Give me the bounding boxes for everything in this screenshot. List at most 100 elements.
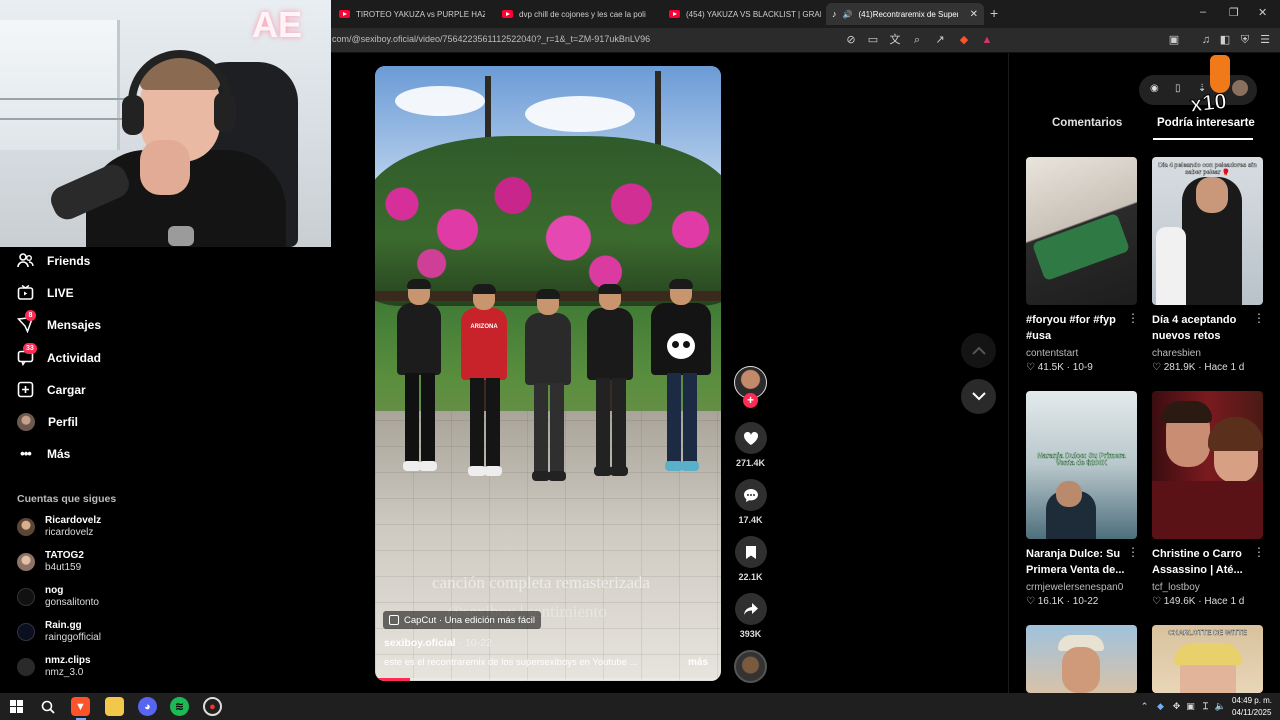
windows-start-icon[interactable] (7, 697, 26, 716)
compass-icon[interactable]: ◉ (1150, 83, 1159, 94)
sidebar-item-mas[interactable]: ••• Más (17, 445, 70, 462)
volume-icon[interactable]: 🔈 (1211, 697, 1230, 716)
save-action[interactable]: 22.1K (733, 536, 768, 582)
browser-tab-2[interactable]: dvp chill de cojones y les cae la poli (496, 3, 654, 25)
card-stats: ♡ 149.6K · Hace 1 d (1152, 596, 1245, 607)
card-author: crmjewelersenespan0 (1026, 582, 1124, 593)
sidebar-item-actividad[interactable]: 33 Actividad (17, 343, 102, 366)
card-title: Christine o Carro Assassino | Até... (1152, 548, 1243, 576)
video-thumbnail[interactable]: Día 4 peleando con peleadores sin saber … (1152, 157, 1263, 305)
heart-icon[interactable] (734, 422, 767, 454)
panda-print (667, 333, 695, 359)
restore-icon[interactable]: ❐ (1229, 6, 1239, 19)
following-account[interactable]: nmz.clips nmz_3.0 (17, 655, 91, 679)
browser-tab-3[interactable]: (454) YAKUZA VS BLACKLIST | GRAFI (663, 3, 821, 25)
suggested-video-card[interactable]: Día 4 peleando con peleadores sin saber … (1152, 157, 1265, 373)
file-explorer-icon[interactable] (105, 697, 124, 716)
heart-outline-icon: ♡ (1152, 596, 1161, 607)
share-arrow-icon[interactable] (734, 593, 767, 625)
taskbar-time[interactable]: 04:49 p. m. (1232, 696, 1272, 705)
suggested-video-card[interactable] (1026, 625, 1137, 693)
split-view-icon[interactable]: ◧ (1218, 33, 1232, 47)
comment-icon[interactable] (734, 479, 767, 511)
video-thumbnail[interactable] (1026, 157, 1137, 305)
translate-icon[interactable]: 文 (888, 33, 902, 47)
sidebar-item-friends[interactable]: Friends (17, 252, 90, 269)
following-account[interactable]: TATOG2 b4ut159 (17, 550, 84, 574)
video-progress-bar[interactable] (375, 678, 721, 681)
wristwatch (168, 226, 194, 246)
minimize-icon[interactable]: – (1200, 6, 1206, 18)
close-window-icon[interactable]: ✕ (1258, 6, 1267, 19)
tab-podria-interesarte[interactable]: Podría interesarte (1157, 117, 1255, 129)
following-account[interactable]: Rain.gg rainggofficial (17, 620, 101, 644)
phone-icon[interactable]: ▯ (1175, 83, 1181, 94)
new-tab-button[interactable]: + (990, 5, 998, 21)
more-description-button[interactable]: más (688, 657, 708, 668)
more-options-icon[interactable]: ⋮ (1253, 545, 1265, 559)
suggested-video-card[interactable]: Christine o Carro Assassino | Até... ⋮ t… (1152, 391, 1265, 607)
cloud (395, 86, 485, 116)
more-options-icon[interactable]: ⋮ (1127, 545, 1139, 559)
share-icon[interactable]: ↗ (933, 33, 947, 47)
vpn-icon[interactable]: ⛨ (1238, 33, 1252, 47)
sidebar-item-mensajes[interactable]: 8 Mensajes (17, 310, 101, 333)
obs-icon[interactable]: ● (203, 697, 222, 716)
user-avatar[interactable] (1232, 80, 1248, 96)
spotify-icon[interactable]: ≋ (170, 697, 189, 716)
avatar (17, 553, 35, 571)
more-options-icon[interactable]: ⋮ (1127, 311, 1139, 325)
video-player[interactable]: ARIZONA canción completa remasterizada @… (375, 66, 721, 681)
sidebar-item-label: Actividad (47, 350, 102, 365)
video-thumbnail[interactable]: CHARLOTTE DE WITTE (1152, 625, 1263, 693)
sidebar-item-cargar[interactable]: Cargar (17, 381, 86, 398)
share-action[interactable]: 393K (733, 593, 768, 639)
bookmark-icon[interactable] (734, 536, 767, 568)
brave-shield-icon[interactable]: ◆ (957, 33, 971, 47)
suggested-video-card[interactable]: Naranja Dulce: Su Primera Venta de $200K… (1026, 391, 1139, 607)
taskbar-date[interactable]: 04/11/2025 (1232, 708, 1271, 717)
thumbnail-overlay-text: CHARLOTTE DE WITTE (1168, 630, 1247, 637)
video-author[interactable]: sexiboy.oficial · 10-22 (384, 637, 492, 649)
video-thumbnail[interactable] (1152, 391, 1263, 539)
follow-plus-icon[interactable]: + (743, 393, 758, 408)
zoom-icon[interactable]: ⌕ (910, 33, 924, 47)
browser-tab-4-active[interactable]: ♪ 🔊 (41)Recontraremix de Superse ✕ (826, 3, 984, 25)
capcut-tag[interactable]: CapCut · Una edición más fácil (383, 611, 541, 629)
comment-action[interactable]: 17.4K (733, 479, 768, 525)
following-account[interactable]: Ricardovelz ricardovelz (17, 515, 101, 539)
url-field[interactable]: com/@sexiboy.oficial/video/7564223561112… (332, 34, 650, 44)
brave-rewards-icon[interactable]: ▲ (980, 33, 994, 47)
heart-outline-icon: ♡ (1026, 362, 1035, 373)
previous-video-button[interactable] (961, 333, 996, 368)
video-thumbnail[interactable]: Naranja Dulce: Su Primera Venta de $200K (1026, 391, 1137, 539)
browser-tab-1[interactable]: TIROTEO YAKUZA vs PURPLE HAZE | (333, 3, 485, 25)
suggested-video-card[interactable]: CHARLOTTE DE WITTE (1152, 625, 1263, 693)
sidebar-item-label: Perfil (48, 415, 79, 429)
sidebar-item-live[interactable]: LIVE (17, 284, 74, 301)
more-options-icon[interactable]: ⋮ (1253, 311, 1265, 325)
thumbnail-overlay-text: Día 4 peleando con peleadores sin saber … (1158, 163, 1257, 176)
brave-browser-icon[interactable]: ▼ (71, 697, 90, 716)
search-icon[interactable] (38, 697, 57, 716)
cast-icon[interactable]: ▭ (866, 33, 880, 47)
sidebar-item-perfil[interactable]: Perfil (17, 413, 78, 431)
discord-icon[interactable]: ◕ (138, 697, 157, 716)
next-video-button[interactable] (961, 379, 996, 414)
like-action[interactable]: 271.4K (733, 422, 768, 468)
capcut-label: CapCut · Una edición más fácil (404, 614, 535, 626)
following-account[interactable]: nog gonsalitonto (17, 585, 99, 609)
no-tracking-icon[interactable]: ⊘ (844, 33, 858, 47)
tab-comentarios[interactable]: Comentarios (1052, 117, 1122, 129)
active-tab-indicator (1153, 138, 1253, 140)
suggested-video-card[interactable]: #foryou #for #fyp #usa ⋮ contentstart ♡ … (1026, 157, 1139, 373)
close-tab-icon[interactable]: ✕ (970, 9, 978, 20)
menu-icon[interactable]: ☰ (1258, 33, 1272, 47)
card-date: Hace 1 d (1204, 596, 1245, 607)
media-icon[interactable]: ♫ (1199, 33, 1213, 47)
sound-disc[interactable] (734, 650, 767, 683)
video-thumbnail[interactable] (1026, 625, 1137, 693)
account-username: b4ut159 (45, 562, 82, 573)
sidebar-toggle-icon[interactable]: ▣ (1167, 33, 1181, 47)
shirt-print: ARIZONA (470, 324, 498, 330)
